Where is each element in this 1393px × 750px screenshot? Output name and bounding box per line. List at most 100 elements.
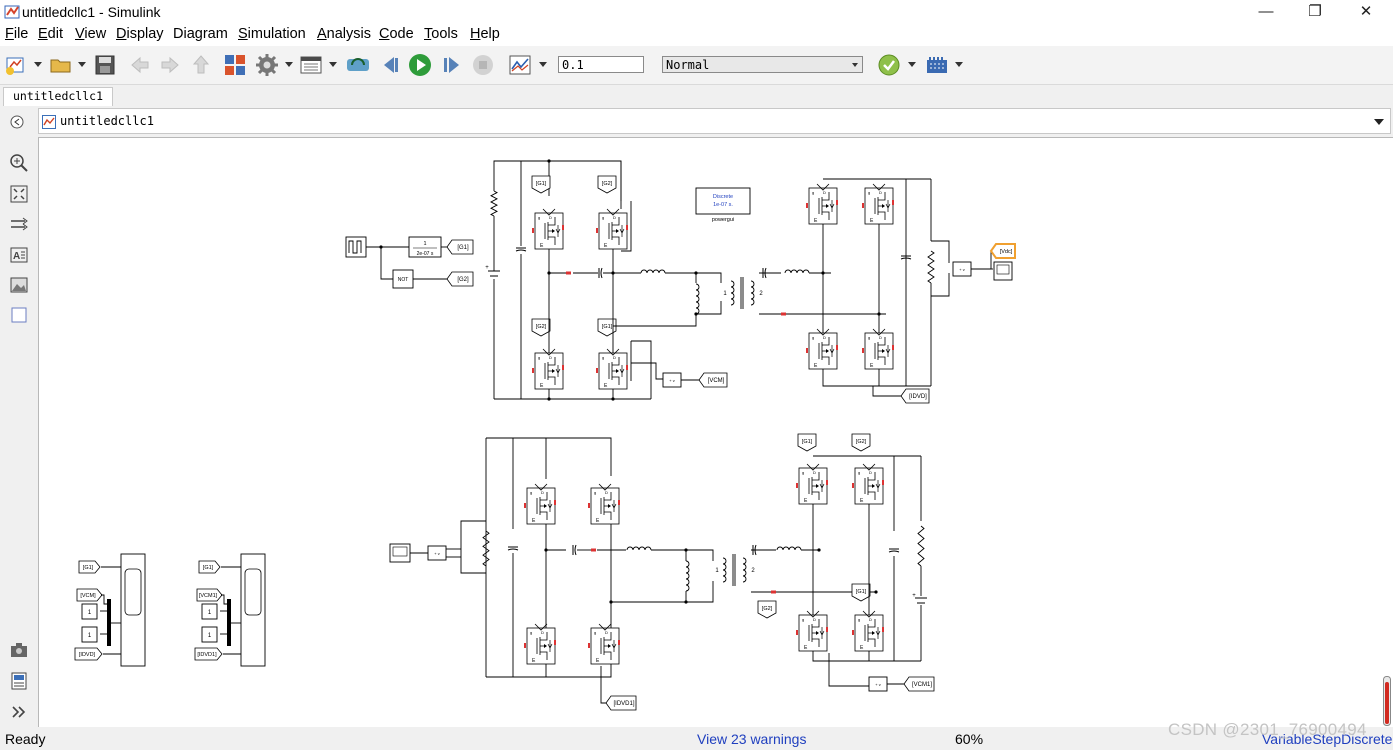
restore-button[interactable]: ❐ — [1292, 0, 1338, 24]
resonant-cap-cr1[interactable] — [598, 267, 603, 279]
mosfet-q6[interactable]: Eg D — [861, 183, 895, 225]
library-browser-icon[interactable] — [223, 53, 247, 77]
port-connector[interactable] — [566, 271, 571, 275]
wire[interactable] — [600, 666, 606, 704]
up-icon[interactable] — [189, 53, 213, 77]
input-cap-bottom[interactable] — [507, 546, 519, 551]
menu-help[interactable]: Help — [470, 26, 500, 42]
junction[interactable] — [694, 312, 698, 316]
new-model-icon[interactable] — [4, 53, 28, 77]
transformer-t2-core[interactable] — [732, 554, 736, 586]
wire[interactable] — [460, 520, 486, 574]
menu-simulation[interactable]: Simulation — [238, 26, 306, 42]
wire[interactable] — [651, 549, 687, 561]
fit-view-icon[interactable] — [9, 184, 29, 204]
step-back-icon[interactable] — [378, 53, 402, 77]
transformer-t2-secondary[interactable] — [742, 557, 747, 583]
port-connector[interactable] — [771, 590, 776, 594]
resonant-inductor-lr1[interactable] — [640, 269, 666, 274]
resonant-inductor-lr2[interactable] — [784, 269, 810, 274]
explorer-dropdown-icon[interactable] — [329, 62, 337, 67]
wire[interactable] — [611, 591, 687, 603]
input-resistor[interactable] — [490, 190, 498, 217]
wire[interactable] — [631, 362, 663, 380]
transformer-t1-primary[interactable] — [730, 280, 735, 306]
mosfet-q9[interactable]: Eg D — [523, 483, 557, 525]
update-diagram-icon[interactable] — [346, 53, 370, 77]
mosfet-q3[interactable]: Eg D — [531, 348, 565, 390]
mosfet-q10[interactable]: Eg D — [587, 483, 621, 525]
transformer-t2-primary[interactable] — [722, 557, 727, 583]
data-inspector-icon[interactable] — [508, 53, 532, 77]
tab-model[interactable]: untitledcllc1 — [3, 87, 113, 106]
port-connector[interactable] — [781, 312, 786, 316]
image-icon[interactable] — [9, 275, 29, 295]
minimize-button[interactable]: — — [1243, 0, 1289, 24]
chevron-down-icon[interactable] — [1374, 119, 1384, 125]
wire[interactable] — [931, 240, 950, 263]
model-config-icon[interactable] — [255, 53, 279, 77]
output-cap-bottom[interactable] — [888, 548, 900, 553]
open-dropdown-icon[interactable] — [78, 62, 86, 67]
scope-top-screen[interactable] — [996, 264, 1010, 275]
input-cap[interactable] — [515, 247, 527, 252]
close-button[interactable]: ✕ — [1343, 0, 1389, 24]
advisor-dropdown-icon[interactable] — [908, 62, 916, 67]
dc-source-bottom[interactable] — [915, 597, 927, 604]
stop-icon[interactable] — [471, 53, 495, 77]
magnetizing-inductor-lm1[interactable] — [695, 283, 700, 315]
mosfet-q12[interactable]: Eg D — [587, 623, 621, 665]
build-dropdown-icon[interactable] — [955, 62, 963, 67]
wire[interactable] — [631, 340, 652, 399]
zoom-icon[interactable] — [9, 153, 29, 173]
menu-edit[interactable]: Edit — [38, 26, 63, 42]
wire[interactable] — [486, 437, 612, 476]
screenshot-icon[interactable] — [9, 640, 29, 660]
stop-time-input[interactable]: 0.1 — [558, 56, 644, 73]
wire[interactable] — [686, 581, 714, 603]
diagram-canvas[interactable]: 1 2e-07 s [G1] NOT [G2] + Eg D Eg D Eg D Eg D [G1] [G2]… — [38, 137, 1393, 727]
junction[interactable] — [817, 548, 821, 552]
build-icon[interactable] — [925, 53, 949, 77]
warnings-link[interactable]: View 23 warnings — [697, 731, 806, 747]
wire[interactable] — [221, 594, 227, 605]
load-resistor[interactable] — [927, 250, 935, 284]
junction[interactable] — [611, 397, 615, 401]
inspector-dropdown-icon[interactable] — [539, 62, 547, 67]
new-model-dropdown-icon[interactable] — [34, 62, 42, 67]
scope-group-2-scope-screen[interactable] — [244, 568, 262, 616]
mosfet-q4[interactable]: Eg D — [595, 348, 629, 390]
menu-file[interactable]: File — [5, 26, 28, 42]
menu-display[interactable]: Display — [116, 26, 164, 42]
mosfet-q11[interactable]: Eg D — [523, 623, 557, 665]
junction[interactable] — [547, 397, 551, 401]
mosfet-q16[interactable]: Eg D — [851, 610, 885, 652]
junction[interactable] — [684, 600, 688, 604]
mosfet-q15[interactable]: Eg D — [795, 610, 829, 652]
scope-group-2-mux[interactable] — [227, 599, 231, 646]
wire[interactable] — [696, 272, 722, 283]
step-forward-icon[interactable] — [440, 53, 464, 77]
config-dropdown-icon[interactable] — [285, 62, 293, 67]
wire[interactable] — [486, 664, 612, 678]
dc-source[interactable] — [488, 270, 500, 277]
wire[interactable] — [665, 272, 697, 283]
wire[interactable] — [971, 251, 992, 270]
powergui-block[interactable] — [695, 187, 751, 215]
menu-code[interactable]: Code — [379, 26, 414, 42]
junction[interactable] — [684, 548, 688, 552]
wire[interactable] — [101, 594, 107, 605]
vertical-scrollbar[interactable] — [1383, 676, 1391, 726]
menu-analysis[interactable]: Analysis — [317, 26, 371, 42]
expand-icon[interactable] — [9, 702, 29, 722]
wire[interactable] — [872, 386, 901, 397]
mosfet-q8[interactable]: Eg D — [861, 328, 895, 370]
menu-diagram[interactable]: Diagram — [173, 26, 228, 42]
scope-group-1-scope-screen[interactable] — [124, 568, 142, 616]
junction[interactable] — [694, 271, 698, 275]
model-path-box[interactable]: untitledcllc1 — [38, 108, 1391, 134]
simulation-mode-select[interactable]: Normal — [662, 56, 863, 73]
scope-group-1-mux[interactable] — [107, 599, 111, 646]
resonant-inductor-lr4[interactable] — [776, 546, 802, 551]
wire[interactable] — [493, 160, 521, 191]
